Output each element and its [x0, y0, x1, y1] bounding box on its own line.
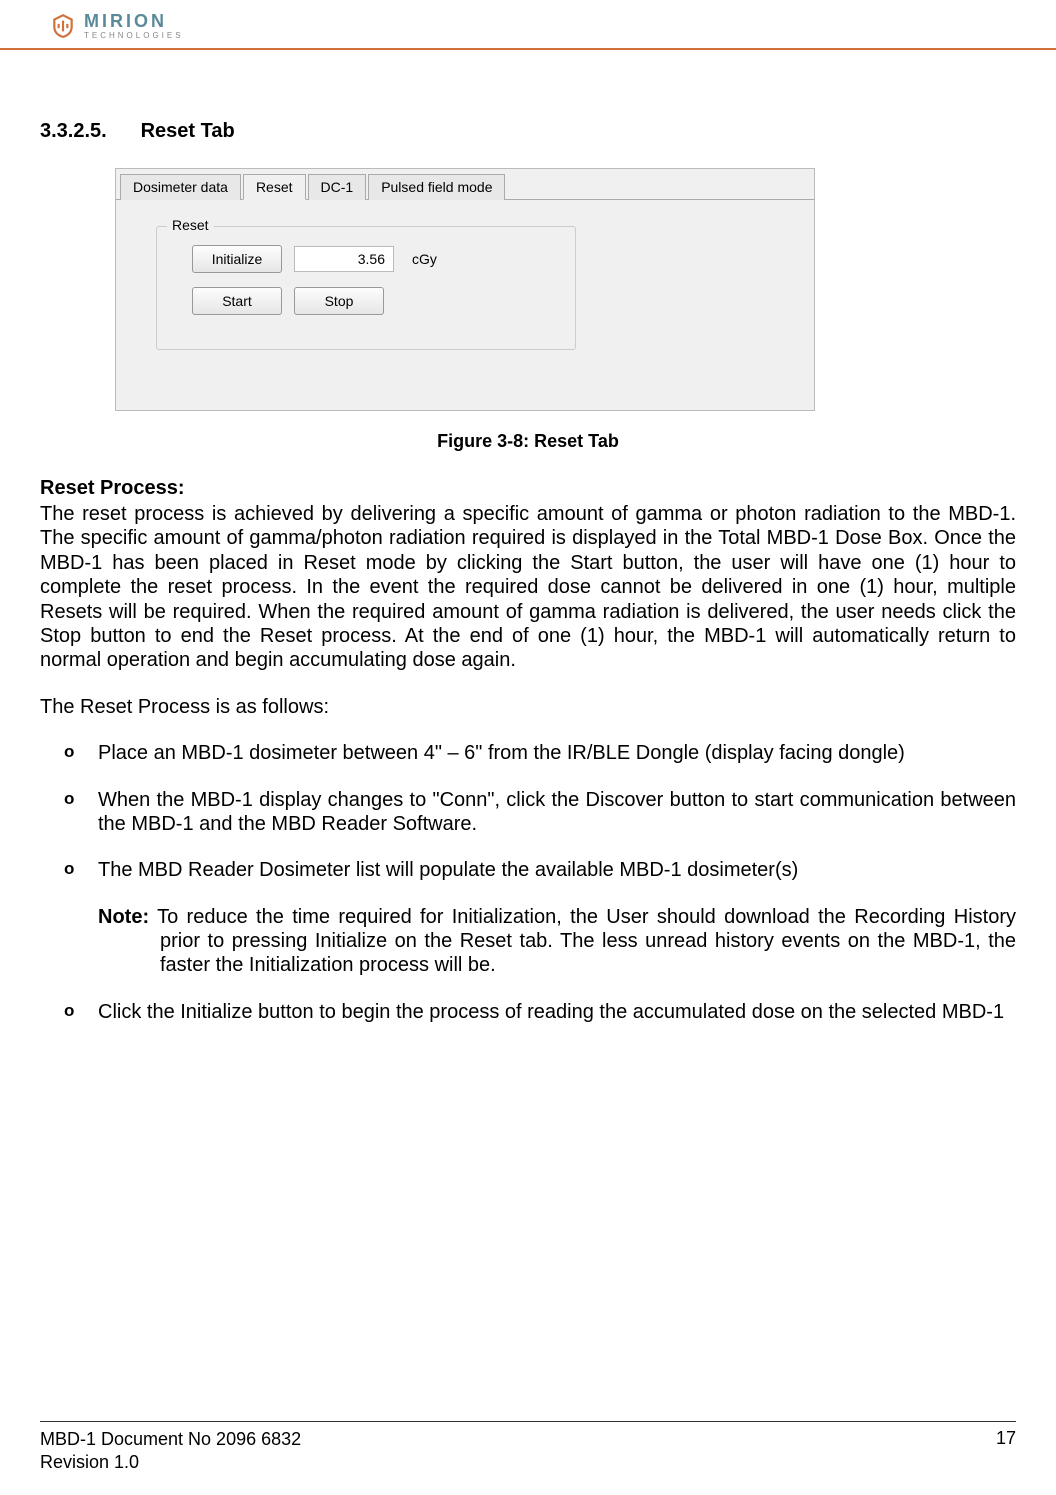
note-text: To reduce the time required for Initiali… — [149, 906, 1016, 977]
content: 3.3.2.5. Reset Tab Dosimeter data Reset … — [0, 50, 1056, 1086]
shield-icon — [50, 13, 76, 39]
tab-row: Dosimeter data Reset DC-1 Pulsed field m… — [116, 169, 814, 199]
logo-tagline: TECHNOLOGIES — [84, 32, 184, 40]
tab-dosimeter-data[interactable]: Dosimeter data — [120, 174, 241, 200]
figure-caption: Figure 3-8: Reset Tab — [40, 431, 1016, 452]
tab-pulsed-field[interactable]: Pulsed field mode — [368, 174, 505, 200]
list-item: oPlace an MBD-1 dosimeter between 4" – 6… — [98, 741, 1016, 765]
main-paragraph: The reset process is achieved by deliver… — [40, 502, 1016, 673]
bullet-icon: o — [64, 742, 74, 763]
intro-line: The Reset Process is as follows: — [40, 695, 1016, 719]
tab-dc1[interactable]: DC-1 — [308, 174, 367, 200]
body-heading: Reset Process: — [40, 477, 1016, 500]
note-block: Note: To reduce the time required for In… — [98, 905, 1016, 978]
app-window: Dosimeter data Reset DC-1 Pulsed field m… — [115, 168, 815, 411]
logo: MIRION TECHNOLOGIES — [50, 12, 1006, 40]
page-footer: MBD-1 Document No 2096 6832 Revision 1.0… — [40, 1421, 1016, 1473]
revision: Revision 1.0 — [40, 1451, 301, 1474]
stop-button[interactable]: Stop — [294, 287, 384, 315]
bullet-icon: o — [64, 789, 74, 810]
initialize-button[interactable]: Initialize — [192, 245, 282, 273]
list-item: oThe MBD Reader Dosimeter list will popu… — [98, 858, 1016, 882]
bullet-icon: o — [64, 1001, 74, 1022]
section-number: 3.3.2.5. — [40, 120, 135, 143]
logo-brand: MIRION — [84, 12, 184, 30]
reset-group: Reset Initialize 3.56 cGy Start Stop — [156, 226, 576, 350]
screenshot: Dosimeter data Reset DC-1 Pulsed field m… — [115, 168, 1016, 411]
bullet-icon: o — [64, 859, 74, 880]
page-header: MIRION TECHNOLOGIES — [0, 0, 1056, 50]
bullet-list: oPlace an MBD-1 dosimeter between 4" – 6… — [40, 741, 1016, 1024]
tab-reset[interactable]: Reset — [243, 174, 306, 200]
tab-panel: Reset Initialize 3.56 cGy Start Stop — [116, 199, 814, 410]
section-heading: 3.3.2.5. Reset Tab — [40, 120, 1016, 143]
list-item: oClick the Initialize button to begin th… — [98, 1000, 1016, 1024]
dose-unit-label: cGy — [406, 251, 437, 267]
group-legend: Reset — [167, 217, 214, 233]
note-label: Note: — [98, 906, 149, 928]
start-button[interactable]: Start — [192, 287, 282, 315]
doc-id: MBD-1 Document No 2096 6832 — [40, 1428, 301, 1451]
section-title: Reset Tab — [141, 120, 235, 142]
page-number: 17 — [996, 1428, 1016, 1473]
dose-value-field[interactable]: 3.56 — [294, 246, 394, 272]
list-item: oWhen the MBD-1 display changes to "Conn… — [98, 788, 1016, 837]
